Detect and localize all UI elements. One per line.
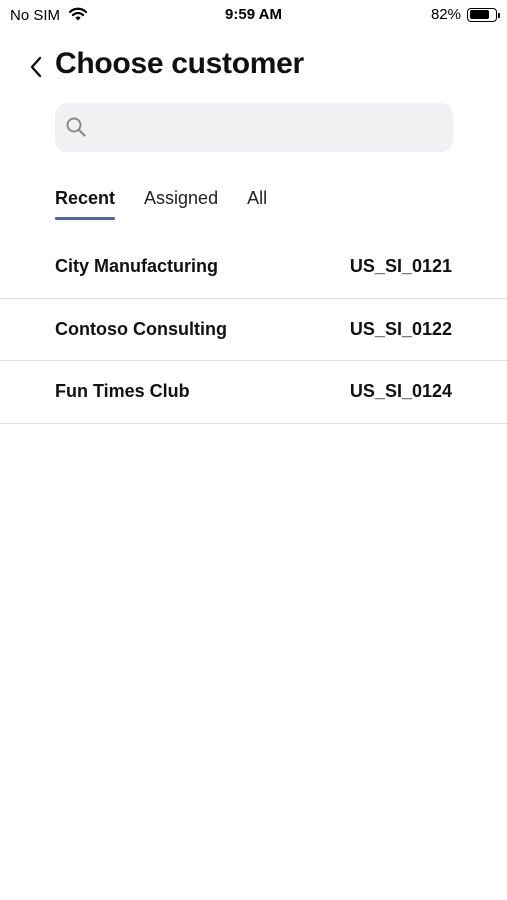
status-bar: No SIM 9:59 AM 82% [0,0,507,30]
page-title: Choose customer [55,47,304,80]
tab-recent[interactable]: Recent [55,188,116,220]
list-item[interactable]: Contoso Consulting US_SI_0122 [0,299,507,361]
search-input[interactable] [97,103,437,152]
back-button[interactable] [24,52,48,82]
battery-percentage: 82% [430,6,461,23]
customer-id: US_SI_0124 [349,381,452,401]
battery-icon [467,7,500,22]
battery-cap [498,12,500,18]
customer-id: US_SI_0121 [349,256,452,276]
chevron-left-icon [30,56,42,78]
search-icon [66,117,86,137]
customer-id: US_SI_0122 [349,318,452,339]
search-box[interactable] [55,103,453,152]
customer-name: City Manufacturing [55,256,219,276]
battery-fill [469,10,490,19]
header: Choose customer [0,44,507,90]
tab-bar: Recent Assigned All [55,188,296,220]
choose-customer-screen: No SIM 9:59 AM 82% Choose customer Recen… [0,0,507,900]
status-right: 82% [430,6,500,23]
customer-list: City Manufacturing US_SI_0121 Contoso Co… [0,236,507,424]
list-item[interactable]: City Manufacturing US_SI_0121 [0,236,507,299]
list-item[interactable]: Fun Times Club US_SI_0124 [0,361,507,424]
tab-assigned[interactable]: Assigned [144,188,218,220]
customer-name: Contoso Consulting [55,318,227,339]
tab-all[interactable]: All [247,188,267,220]
customer-name: Fun Times Club [55,381,190,401]
